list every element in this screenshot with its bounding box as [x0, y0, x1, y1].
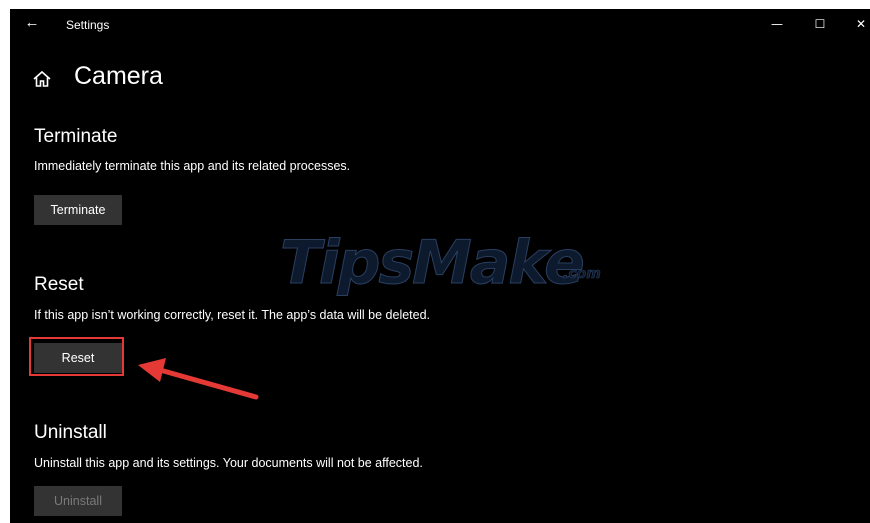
close-button[interactable]: ✕: [846, 13, 870, 35]
maximize-icon: ☐: [814, 17, 826, 31]
uninstall-description: Uninstall this app and its settings. You…: [34, 456, 423, 470]
window-title: Settings: [66, 18, 110, 32]
minimize-button[interactable]: —: [762, 13, 792, 35]
settings-window: ← Settings — ☐ ✕ Camera Terminate Immedi…: [10, 9, 870, 523]
title-bar: ← Settings — ☐ ✕: [10, 9, 870, 41]
uninstall-button[interactable]: Uninstall: [34, 486, 122, 516]
terminate-heading: Terminate: [34, 126, 118, 147]
home-icon[interactable]: [32, 69, 52, 89]
reset-description: If this app isn’t working correctly, res…: [34, 308, 431, 322]
watermark-logo: TipsMake .com: [280, 227, 610, 307]
arrow-left-icon: ←: [24, 14, 40, 31]
back-button[interactable]: ←: [20, 13, 44, 33]
close-icon: ✕: [855, 17, 867, 31]
reset-button[interactable]: Reset: [34, 343, 122, 373]
terminate-button[interactable]: Terminate: [34, 195, 122, 225]
terminate-description: Immediately terminate this app and its r…: [34, 159, 351, 173]
minimize-icon: —: [771, 17, 783, 31]
reset-heading: Reset: [34, 274, 84, 295]
annotation-arrow-icon: [138, 358, 259, 400]
watermark-domain: .com: [563, 266, 601, 283]
uninstall-heading: Uninstall: [34, 422, 107, 443]
maximize-button[interactable]: ☐: [805, 13, 835, 35]
page-title: Camera: [74, 62, 163, 90]
watermark-text: TipsMake: [280, 228, 586, 299]
